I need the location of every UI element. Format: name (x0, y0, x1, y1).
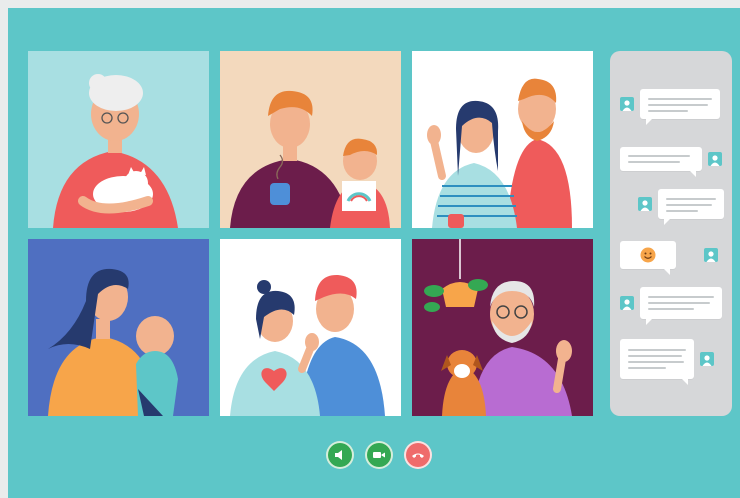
chat-message (620, 89, 720, 125)
user-avatar-icon (700, 352, 714, 366)
young-couple-illustration (220, 239, 401, 416)
user-avatar-icon (620, 296, 634, 310)
chat-message (620, 241, 718, 275)
couple-waving-illustration (412, 51, 593, 228)
camera-button[interactable] (365, 441, 393, 469)
participant-tile-young-couple[interactable] (220, 239, 401, 416)
user-avatar-icon (638, 197, 652, 211)
chat-message (638, 189, 724, 225)
phone-hangup-icon (412, 453, 424, 458)
chat-panel[interactable] (610, 51, 732, 416)
call-controls (326, 441, 432, 469)
father-daughter-illustration (220, 51, 401, 228)
smiley-icon (640, 247, 656, 263)
chat-bubble (640, 89, 720, 125)
chat-message (620, 287, 722, 325)
participant-tile-mother-baby[interactable] (28, 239, 209, 416)
user-avatar-icon (620, 97, 634, 111)
chat-bubble (620, 147, 702, 177)
participant-tile-father-daughter[interactable] (220, 51, 401, 228)
user-avatar-icon (708, 152, 722, 166)
grandfather-dog-illustration (412, 239, 593, 416)
mother-baby-illustration (28, 239, 209, 416)
speaker-button[interactable] (326, 441, 354, 469)
chat-bubble (620, 339, 694, 385)
chat-bubble (620, 241, 676, 275)
speaker-icon (335, 450, 342, 460)
video-call-window (8, 8, 740, 498)
participant-tile-couple-waving[interactable] (412, 51, 593, 228)
chat-bubble (640, 287, 722, 325)
chat-message (620, 339, 714, 385)
participant-tile-grandfather-dog[interactable] (412, 239, 593, 416)
chat-message (620, 147, 722, 177)
hang-up-button[interactable] (404, 441, 432, 469)
participant-tile-grandmother[interactable] (28, 51, 209, 228)
grandmother-illustration (28, 51, 209, 228)
chat-bubble (658, 189, 724, 225)
user-avatar-icon (704, 248, 718, 262)
video-camera-icon (373, 452, 385, 458)
